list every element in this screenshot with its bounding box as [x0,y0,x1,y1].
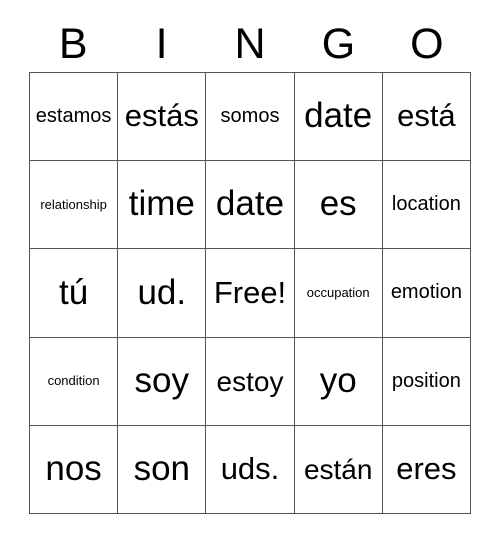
bingo-cell-g4[interactable]: yo [294,337,383,426]
bingo-cell-label: son [133,449,190,489]
bingo-cell-b2[interactable]: relationship [30,161,119,250]
bingo-cell-label: estás [124,98,199,134]
bingo-cell-label: tú [58,272,89,312]
bingo-cell-i3[interactable]: ud. [118,249,207,338]
bingo-header-letter-g: G [321,20,356,68]
bingo-cell-label: time [128,184,195,224]
bingo-cell-i5[interactable]: son [118,425,207,514]
bingo-cell-label: eres [396,451,457,487]
bingo-cell-label: somos [220,105,280,128]
bingo-header-letter-o: O [410,20,444,68]
bingo-header-letter-n: N [234,20,266,68]
bingo-cell-label: emotion [390,281,462,304]
bingo-cell-label: date [304,96,373,136]
bingo-header-row: B I N G O [29,17,471,72]
bingo-cell-n1[interactable]: somos [206,73,295,162]
bingo-cell-b5[interactable]: nos [30,425,119,514]
bingo-cell-n4[interactable]: estoy [206,337,295,426]
bingo-cell-label: ud. [137,272,187,312]
bingo-cell-o4[interactable]: position [382,337,471,426]
bingo-cell-label: date [215,184,285,224]
bingo-cell-label: position [391,369,461,392]
bingo-card: B I N G O estamos estás somos date está … [0,0,500,544]
bingo-cell-label: soy [134,360,190,400]
bingo-cell-n2[interactable]: date [206,161,295,250]
bingo-cell-g2[interactable]: es [294,161,383,250]
bingo-cell-g5[interactable]: están [294,425,383,514]
bingo-cell-free-space[interactable]: Free! [206,249,295,338]
bingo-header-letter-i: I [155,20,168,68]
bingo-cell-label: relationship [40,196,107,212]
bingo-cell-label: condition [47,373,100,389]
bingo-cell-i2[interactable]: time [118,161,207,250]
bingo-cell-label: occupation [306,285,370,301]
bingo-cell-o1[interactable]: está [382,73,471,162]
bingo-cell-o5[interactable]: eres [382,425,471,514]
bingo-cell-b3[interactable]: tú [30,249,119,338]
bingo-cell-label: yo [319,360,357,400]
bingo-cell-label: estoy [216,365,284,397]
bingo-cell-label: location [391,193,461,216]
bingo-cell-g3[interactable]: occupation [294,249,383,338]
bingo-cell-o3[interactable]: emotion [382,249,471,338]
bingo-free-space-label: Free! [213,274,287,310]
bingo-cell-o2[interactable]: location [382,161,471,250]
bingo-cell-label: están [303,453,373,485]
bingo-cell-i1[interactable]: estás [118,73,207,162]
bingo-cell-label: nos [45,449,102,489]
bingo-cell-i4[interactable]: soy [118,337,207,426]
bingo-cell-b4[interactable]: condition [30,337,119,426]
bingo-cell-g1[interactable]: date [294,73,383,162]
bingo-cell-label: es [319,184,357,224]
bingo-cell-label: uds. [220,451,280,487]
bingo-grid: estamos estás somos date está relationsh… [29,72,471,514]
bingo-header-letter-b: B [58,20,88,68]
bingo-cell-b1[interactable]: estamos [30,73,119,162]
bingo-cell-label: estamos [35,105,112,128]
bingo-cell-label: está [397,98,456,134]
bingo-cell-n5[interactable]: uds. [206,425,295,514]
